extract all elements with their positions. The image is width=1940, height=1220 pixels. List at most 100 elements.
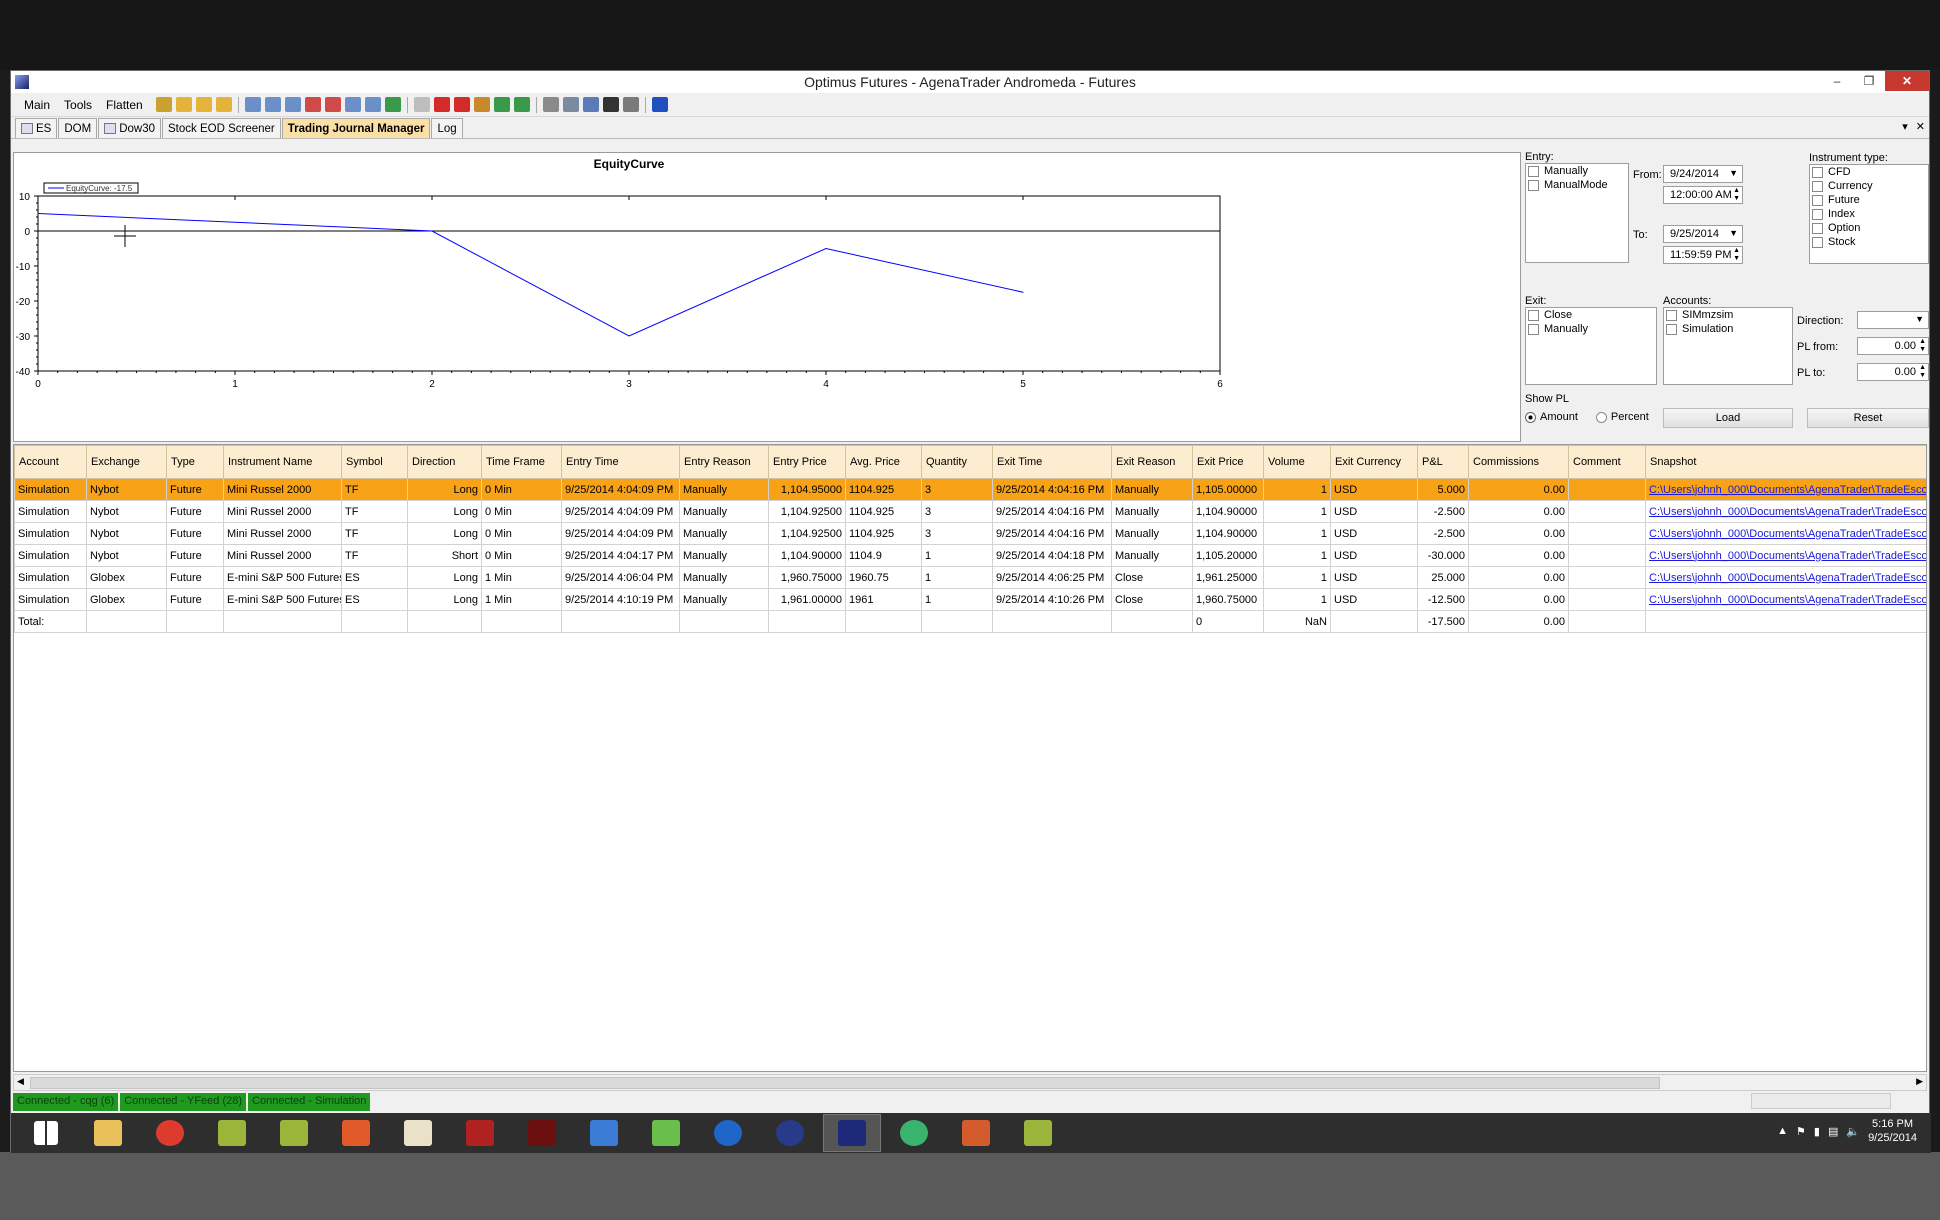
scrollbar-thumb[interactable]	[30, 1077, 1660, 1089]
app-red-button[interactable]	[451, 1114, 509, 1152]
column-header-type[interactable]: Type	[166, 445, 224, 479]
menu-tools[interactable]: Tools	[57, 98, 99, 112]
fp-icon[interactable]	[453, 97, 470, 112]
to-time-spinner[interactable]: 11:59:59 PM ▲ ▼	[1663, 246, 1743, 264]
total-row[interactable]: Total: 0 NaN -17.500 0.00	[14, 610, 1926, 633]
tab-es[interactable]: ES	[15, 118, 58, 138]
b-icon[interactable]	[433, 97, 450, 112]
tab-trading-journal-manager[interactable]: Trading Journal Manager	[281, 118, 431, 138]
horizontal-scrollbar[interactable]: ◀ ▶	[13, 1074, 1927, 1091]
reset-button[interactable]: Reset	[1807, 408, 1929, 428]
pencil-icon[interactable]	[284, 97, 301, 112]
column-header-account[interactable]: Account	[14, 445, 87, 479]
tab-close-icon[interactable]: ✕	[1916, 120, 1925, 133]
table-row[interactable]: Simulation Nybot Future Mini Russel 2000 TF L…	[14, 522, 1926, 545]
column-header-exchange[interactable]: Exchange	[86, 445, 167, 479]
network-icon[interactable]: ▤	[1828, 1125, 1838, 1138]
app-globe-button[interactable]	[699, 1114, 757, 1152]
to-date-picker[interactable]: 9/25/2014 ▼	[1663, 225, 1743, 243]
column-header-direction[interactable]: Direction	[407, 445, 482, 479]
entry-manualmode-checkbox[interactable]: ManualMode	[1526, 178, 1628, 192]
column-header-exit-reason[interactable]: Exit Reason	[1111, 445, 1193, 479]
column-header-snapshot[interactable]: Snapshot	[1645, 445, 1926, 479]
percent-radio[interactable]	[1595, 411, 1607, 423]
account-simmzsim-checkbox[interactable]: SIMmzsim	[1664, 308, 1792, 322]
column-header-comment[interactable]: Comment	[1568, 445, 1646, 479]
calc-icon[interactable]	[622, 97, 639, 112]
column-header-pnl[interactable]: P&L	[1417, 445, 1469, 479]
app-tiles-button[interactable]	[575, 1114, 633, 1152]
app-arrow-button[interactable]	[203, 1114, 261, 1152]
cell-snapshot[interactable]: C:\Users\johnh_000\Documents\AgenaTrader…	[1645, 544, 1926, 567]
pie-icon[interactable]	[513, 97, 530, 112]
app-arrow2-button[interactable]	[265, 1114, 323, 1152]
tab-dom[interactable]: DOM	[58, 118, 98, 138]
instrument-currency-checkbox[interactable]: Currency	[1810, 179, 1928, 193]
window-icon[interactable]	[244, 97, 261, 112]
column-header-symbol[interactable]: Symbol	[341, 445, 408, 479]
column-header-exit-currency[interactable]: Exit Currency	[1330, 445, 1418, 479]
column-header-exit-price[interactable]: Exit Price	[1192, 445, 1264, 479]
account-simulation-checkbox[interactable]: Simulation	[1664, 322, 1792, 336]
scroll-right-icon[interactable]: ▶	[1916, 1076, 1923, 1087]
column-header-quantity[interactable]: Quantity	[921, 445, 993, 479]
layers-icon[interactable]	[364, 97, 381, 112]
position-icon[interactable]	[155, 97, 172, 112]
flag-icon[interactable]: ⚑	[1796, 1125, 1806, 1138]
clock[interactable]: 5:16 PM 9/25/2014	[1868, 1117, 1917, 1145]
globe-icon[interactable]	[582, 97, 599, 112]
chart2-icon[interactable]	[324, 97, 341, 112]
cell-snapshot[interactable]: C:\Users\johnh_000\Documents\AgenaTrader…	[1645, 588, 1926, 611]
instrument-cfd-checkbox[interactable]: CFD	[1810, 165, 1928, 179]
note-icon[interactable]	[413, 97, 430, 112]
column-header-entry-reason[interactable]: Entry Reason	[679, 445, 769, 479]
tab-log[interactable]: Log	[431, 118, 463, 138]
from-date-picker[interactable]: 9/24/2014 ▼	[1663, 165, 1743, 183]
cell-snapshot[interactable]: C:\Users\johnh_000\Documents\AgenaTrader…	[1645, 500, 1926, 523]
instrument-stock-checkbox[interactable]: Stock	[1810, 235, 1928, 249]
app-puzzle-button[interactable]	[637, 1114, 695, 1152]
agenatrader-button[interactable]	[823, 1114, 881, 1152]
folder-add-icon[interactable]	[195, 97, 212, 112]
battery-icon[interactable]: ▮	[1814, 1125, 1820, 1138]
entry-manually-checkbox[interactable]: Manually	[1526, 164, 1628, 178]
folder-delete-icon[interactable]	[215, 97, 232, 112]
window2-icon[interactable]	[264, 97, 281, 112]
maximize-button[interactable]: ❐	[1853, 71, 1885, 91]
column-header-avg-price[interactable]: Avg. Price	[845, 445, 922, 479]
scissors-icon[interactable]	[602, 97, 619, 112]
scroll-left-icon[interactable]: ◀	[17, 1076, 24, 1087]
column-header-volume[interactable]: Volume	[1263, 445, 1331, 479]
key-icon[interactable]	[562, 97, 579, 112]
amount-radio[interactable]	[1525, 411, 1536, 423]
cell-snapshot[interactable]: C:\Users\johnh_000\Documents\AgenaTrader…	[1645, 522, 1926, 545]
column-header-commissions[interactable]: Commissions	[1468, 445, 1569, 479]
grid-icon[interactable]	[344, 97, 361, 112]
menu-flatten[interactable]: Flatten	[99, 98, 150, 112]
menu-main[interactable]: Main	[17, 98, 57, 112]
chrome-button[interactable]	[141, 1114, 199, 1152]
column-header-entry-time[interactable]: Entry Time	[561, 445, 680, 479]
instrument-future-checkbox[interactable]: Future	[1810, 193, 1928, 207]
instrument-index-checkbox[interactable]: Index	[1810, 207, 1928, 221]
tray-chevron-icon[interactable]: ▲	[1777, 1125, 1788, 1137]
tab-list-dropdown-icon[interactable]: ▾	[1902, 120, 1908, 133]
folder-icon[interactable]	[175, 97, 192, 112]
table-row[interactable]: Simulation Globex Future E-mini S&P 500 Fut…	[14, 566, 1926, 589]
exit-manually-checkbox[interactable]: Manually	[1526, 322, 1656, 336]
from-time-spinner[interactable]: 12:00:00 AM ▲ ▼	[1663, 186, 1743, 204]
pl-to-spinner[interactable]: 0.00 ▲ ▼	[1857, 363, 1929, 381]
app-circle-button[interactable]	[885, 1114, 943, 1152]
table-row[interactable]: Simulation Nybot Future Mini Russel 2000 TF L…	[14, 478, 1926, 501]
refresh-icon[interactable]	[384, 97, 401, 112]
app-notes-button[interactable]	[389, 1114, 447, 1152]
file-explorer-button[interactable]	[79, 1114, 137, 1152]
close-button[interactable]: ✕	[1885, 71, 1929, 91]
app-navigator-button[interactable]	[761, 1114, 819, 1152]
cell-snapshot[interactable]: C:\Users\johnh_000\Documents\AgenaTrader…	[1645, 478, 1926, 501]
column-header-instrument-name[interactable]: Instrument Name	[223, 445, 342, 479]
app-office-button[interactable]	[947, 1114, 1005, 1152]
instrument-option-checkbox[interactable]: Option	[1810, 221, 1928, 235]
tab-dow30[interactable]: Dow30	[98, 118, 161, 138]
gift-icon[interactable]	[473, 97, 490, 112]
